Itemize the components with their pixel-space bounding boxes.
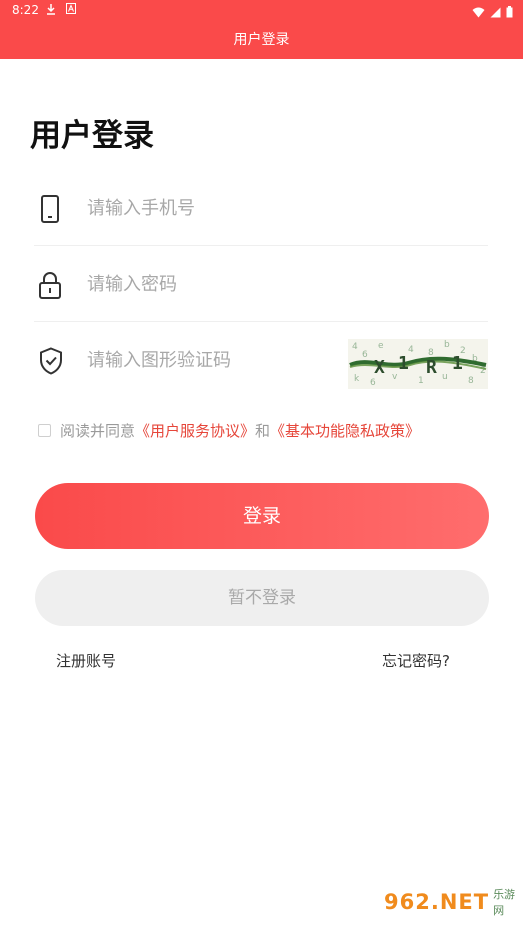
svg-text:1: 1 <box>452 353 463 374</box>
download-icon <box>46 3 56 18</box>
shield-check-icon <box>38 347 62 375</box>
password-field[interactable]: 请输入密码 <box>34 246 488 322</box>
password-input[interactable]: 请输入密码 <box>87 270 177 296</box>
agreement-prefix: 阅读并同意 <box>60 422 136 440</box>
phone-field[interactable]: 请输入手机号 <box>34 170 488 246</box>
svg-text:e: e <box>378 341 384 351</box>
wifi-icon <box>472 3 485 22</box>
svg-text:6: 6 <box>370 378 376 388</box>
svg-text:4: 4 <box>408 345 414 355</box>
agreement-conjunction: 和 <box>255 422 271 440</box>
watermark-sub: 乐游网 <box>493 888 516 917</box>
svg-text:X: X <box>374 357 385 378</box>
captcha-image[interactable]: 46e 48b 2bk 6v1 u82 X1R1 <box>348 339 488 389</box>
skip-login-button[interactable]: 暂不登录 <box>35 570 489 626</box>
page-title: 用户登录 <box>30 118 154 154</box>
app-bar: 用户登录 <box>0 22 523 59</box>
watermark-logo: 962.NET 乐游网 <box>384 881 518 923</box>
svg-text:6: 6 <box>362 350 368 360</box>
phone-icon <box>38 195 62 223</box>
phone-input[interactable]: 请输入手机号 <box>87 194 195 220</box>
cell-signal-icon <box>490 3 501 22</box>
login-button[interactable]: 登录 <box>35 483 489 549</box>
captcha-input[interactable]: 请输入图形验证码 <box>87 346 231 372</box>
user-agreement-link[interactable]: 《用户服务协议》 <box>135 420 255 441</box>
svg-text:8: 8 <box>468 376 474 386</box>
status-bar: 8:22 <box>0 0 523 22</box>
watermark-text: 962.NET <box>384 890 490 914</box>
agreement-checkbox[interactable] <box>38 424 51 437</box>
agreement-row: 阅读并同意 《用户服务协议》 和 《基本功能隐私政策》 <box>38 420 420 441</box>
a-icon <box>66 3 76 17</box>
svg-text:4: 4 <box>352 342 358 352</box>
lock-icon <box>38 271 62 299</box>
svg-text:1: 1 <box>398 353 409 374</box>
privacy-policy-link[interactable]: 《基本功能隐私政策》 <box>270 420 420 441</box>
captcha-field[interactable]: 请输入图形验证码 46e 48b 2bk 6v1 u82 X1R1 <box>34 322 488 398</box>
svg-text:u: u <box>442 372 448 382</box>
forgot-password-link[interactable]: 忘记密码? <box>382 650 450 671</box>
app-bar-title: 用户登录 <box>233 32 290 48</box>
svg-text:b: b <box>444 340 450 350</box>
svg-text:k: k <box>354 374 360 384</box>
register-link[interactable]: 注册账号 <box>56 650 116 671</box>
status-time: 8:22 <box>12 3 39 17</box>
svg-text:1: 1 <box>418 376 424 386</box>
battery-icon <box>506 3 513 22</box>
svg-text:R: R <box>426 357 437 378</box>
